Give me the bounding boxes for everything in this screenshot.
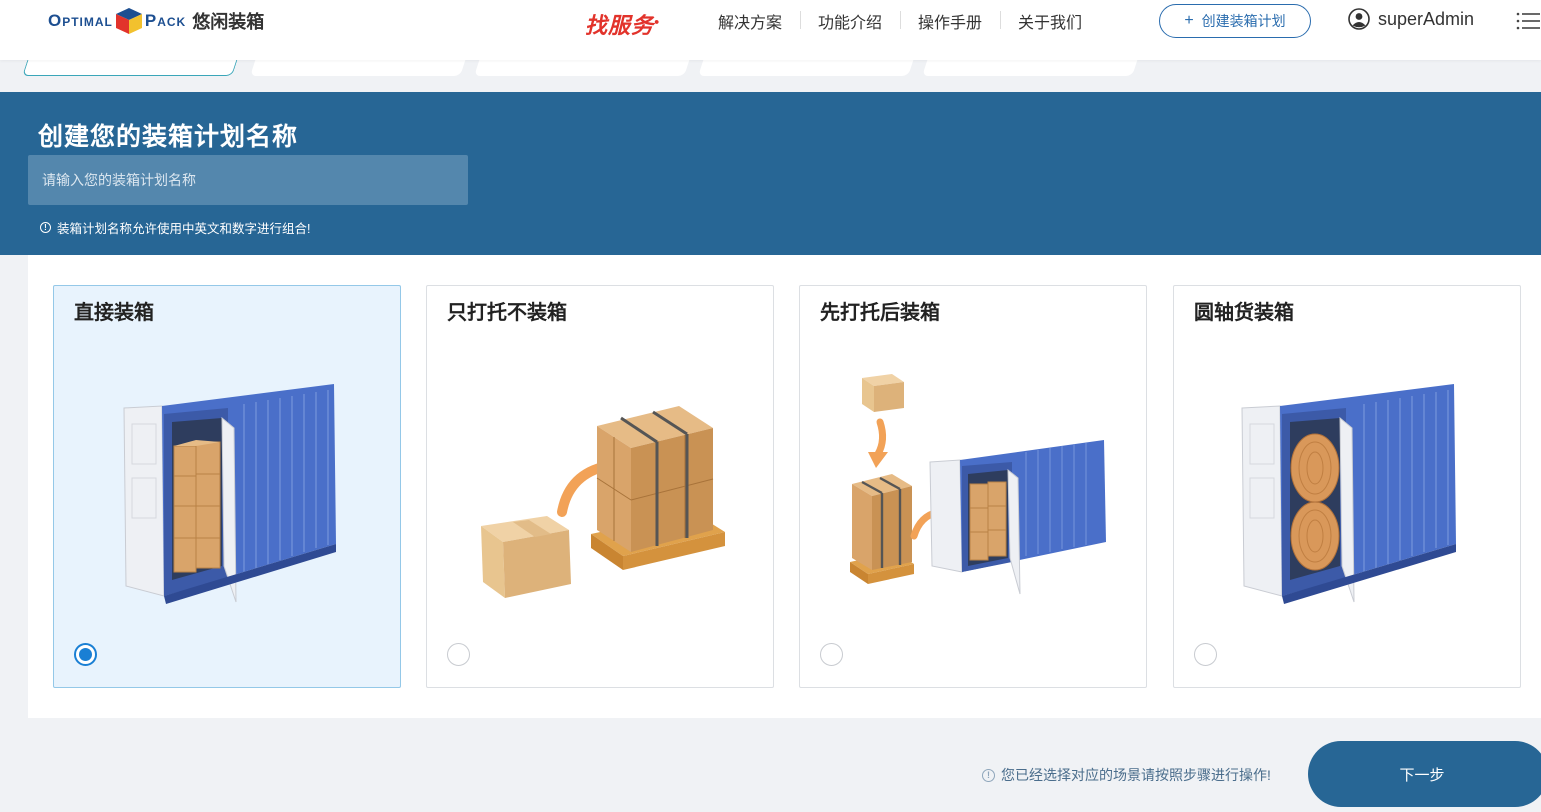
pallet-into-container-icon <box>850 374 1106 595</box>
nav-manual[interactable]: 操作手册 <box>900 9 1000 33</box>
user-avatar-icon <box>1348 8 1370 30</box>
nav-features[interactable]: 功能介绍 <box>800 9 900 33</box>
plan-name-banner: 创建您的装箱计划名称 ! 装箱计划名称允许使用中英文和数字进行组合! <box>0 92 1541 255</box>
scenario-title: 直接装箱 <box>74 302 154 324</box>
plan-name-hint: ! 装箱计划名称允许使用中英文和数字进行组合! <box>40 218 310 237</box>
scenario-radio[interactable] <box>74 643 97 666</box>
create-plan-label: 创建装箱计划 <box>1201 13 1286 29</box>
scenario-radio[interactable] <box>820 643 843 666</box>
scenario-title: 只打托不装箱 <box>447 302 567 324</box>
logo-cube-icon <box>115 8 142 34</box>
nav-solutions[interactable]: 解决方案 <box>700 9 800 33</box>
footer-hint: ! 您已经选择对应的场景请按照步骤进行操作! <box>982 765 1271 785</box>
container-with-rolls-icon <box>1241 384 1456 604</box>
scenario-radio[interactable] <box>447 643 470 666</box>
find-service-dot: ● <box>654 16 661 27</box>
info-icon: ! <box>982 768 995 782</box>
username: superAdmin <box>1378 8 1475 29</box>
logo-text-cn: 悠闲装箱 <box>192 12 265 32</box>
find-service-link[interactable]: 找服务● <box>585 8 660 40</box>
container-with-boxes-icon <box>123 384 336 604</box>
top-header: Optimal Pack 悠闲装箱 找服务● 解决方案 功能介绍 操作手册 关于… <box>0 0 1541 60</box>
create-plan-button[interactable]: + 创建装箱计划 <box>1159 4 1311 38</box>
logo-text-en-2: Pack <box>144 11 187 30</box>
scenario-card-pallet-then-container[interactable]: 先打托后装箱 <box>799 285 1147 688</box>
scenario-card-pallet-only[interactable]: 只打托不装箱 <box>426 285 774 688</box>
next-step-button[interactable]: 下一步 <box>1308 741 1541 807</box>
scenario-title: 先打托后装箱 <box>820 302 940 324</box>
scenario-card-roll-cargo[interactable]: 圆轴货装箱 <box>1173 285 1521 688</box>
scenario-radio[interactable] <box>1194 643 1217 666</box>
main-nav: 解决方案 功能介绍 操作手册 关于我们 <box>700 0 1100 42</box>
info-icon: ! <box>40 222 51 233</box>
plan-name-hint-text: 装箱计划名称允许使用中英文和数字进行组合! <box>57 222 311 236</box>
plus-icon: + <box>1184 12 1194 29</box>
pallet-boxes-icon <box>481 406 725 598</box>
scenario-title: 圆轴货装箱 <box>1194 302 1294 324</box>
logo[interactable]: Optimal Pack 悠闲装箱 <box>48 6 264 36</box>
plan-name-input[interactable] <box>28 155 468 205</box>
nav-about[interactable]: 关于我们 <box>1000 9 1100 33</box>
logo-text-en: Optimal <box>48 11 113 30</box>
user-menu[interactable]: superAdmin <box>1348 8 1474 30</box>
scenario-card-direct[interactable]: 直接装箱 <box>53 285 401 688</box>
list-menu-icon[interactable] <box>1516 11 1540 31</box>
find-service-label: 找服务 <box>585 13 655 38</box>
banner-title: 创建您的装箱计划名称 <box>38 123 299 151</box>
footer-hint-text: 您已经选择对应的场景请按照步骤进行操作! <box>1001 767 1271 783</box>
scenario-panel: 直接装箱 只打托不装箱 先打托后装箱 圆轴货装箱 <box>28 255 1541 718</box>
step-tabs <box>22 40 1148 76</box>
